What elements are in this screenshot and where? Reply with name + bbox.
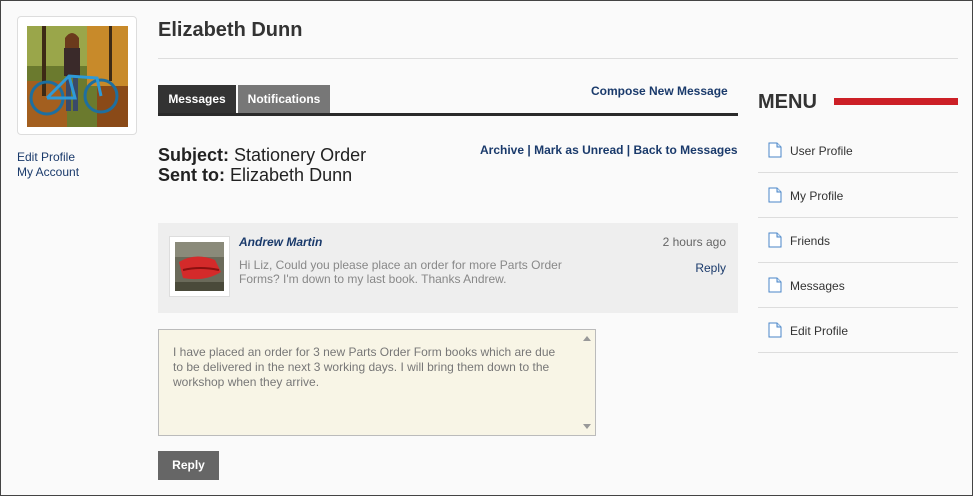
tab-messages[interactable]: Messages <box>158 85 236 113</box>
menu-item-user-profile[interactable]: User Profile <box>758 128 958 173</box>
message-actions: Archive | Mark as Unread | Back to Messa… <box>480 143 738 157</box>
document-icon <box>768 322 782 338</box>
compose-message-link[interactable]: Compose New Message <box>591 84 728 98</box>
menu-accent-bar <box>834 98 958 105</box>
reply-scrollbar[interactable] <box>580 330 595 435</box>
scroll-down-arrow-icon[interactable] <box>583 424 591 429</box>
document-icon <box>768 232 782 248</box>
sent-to-value: Elizabeth Dunn <box>230 165 353 185</box>
sender-avatar <box>175 242 224 291</box>
my-account-link[interactable]: My Account <box>17 165 79 180</box>
profile-links: Edit Profile My Account <box>17 150 79 180</box>
scroll-up-arrow-icon[interactable] <box>583 336 591 341</box>
document-icon <box>768 142 782 158</box>
subject-label: Subject: <box>158 145 230 165</box>
message-card: Andrew Martin 2 hours ago Hi Liz, Could … <box>158 223 738 313</box>
mark-unread-link[interactable]: Mark as Unread <box>534 143 623 157</box>
subject-value: Stationery Order <box>234 145 367 165</box>
message-header: Subject: Stationery Order Sent to: Eliza… <box>158 145 366 185</box>
subject-line: Subject: Stationery Order <box>158 145 366 165</box>
reply-text: I have placed an order for 3 new Parts O… <box>173 345 556 389</box>
tab-notifications[interactable]: Notifications <box>238 85 330 113</box>
sender-avatar-frame <box>169 236 230 297</box>
reply-link[interactable]: Reply <box>695 261 726 275</box>
menu-item-label: Edit Profile <box>790 324 849 338</box>
menu-item-label: Messages <box>790 279 845 293</box>
menu-title: MENU <box>758 91 817 113</box>
action-separator: | <box>626 143 631 157</box>
sent-to-label: Sent to: <box>158 165 225 185</box>
message-body: Hi Liz, Could you please place an order … <box>239 258 562 286</box>
document-icon <box>768 277 782 293</box>
menu-item-friends[interactable]: Friends <box>758 218 958 263</box>
profile-photo-frame <box>17 16 137 135</box>
page-title: Elizabeth Dunn <box>158 19 303 41</box>
edit-profile-link[interactable]: Edit Profile <box>17 150 79 165</box>
header-divider <box>158 58 958 59</box>
message-timestamp: 2 hours ago <box>662 235 726 249</box>
action-separator: | <box>527 143 531 157</box>
reply-button[interactable]: Reply <box>158 451 219 480</box>
tabs-divider <box>158 113 738 116</box>
sender-name[interactable]: Andrew Martin <box>239 235 322 249</box>
reply-textarea[interactable]: I have placed an order for 3 new Parts O… <box>158 329 596 436</box>
menu-item-label: My Profile <box>790 189 844 203</box>
menu-item-my-profile[interactable]: My Profile <box>758 173 958 218</box>
menu-item-messages[interactable]: Messages <box>758 263 958 308</box>
document-icon <box>768 187 782 203</box>
menu-item-label: User Profile <box>790 144 853 158</box>
profile-photo <box>27 26 128 127</box>
archive-link[interactable]: Archive <box>480 143 524 157</box>
back-to-messages-link[interactable]: Back to Messages <box>634 143 738 157</box>
sent-to-line: Sent to: Elizabeth Dunn <box>158 165 366 185</box>
menu-item-label: Friends <box>790 234 831 248</box>
side-menu: User Profile My Profile Friends Messages… <box>758 128 958 353</box>
menu-item-edit-profile[interactable]: Edit Profile <box>758 308 958 353</box>
